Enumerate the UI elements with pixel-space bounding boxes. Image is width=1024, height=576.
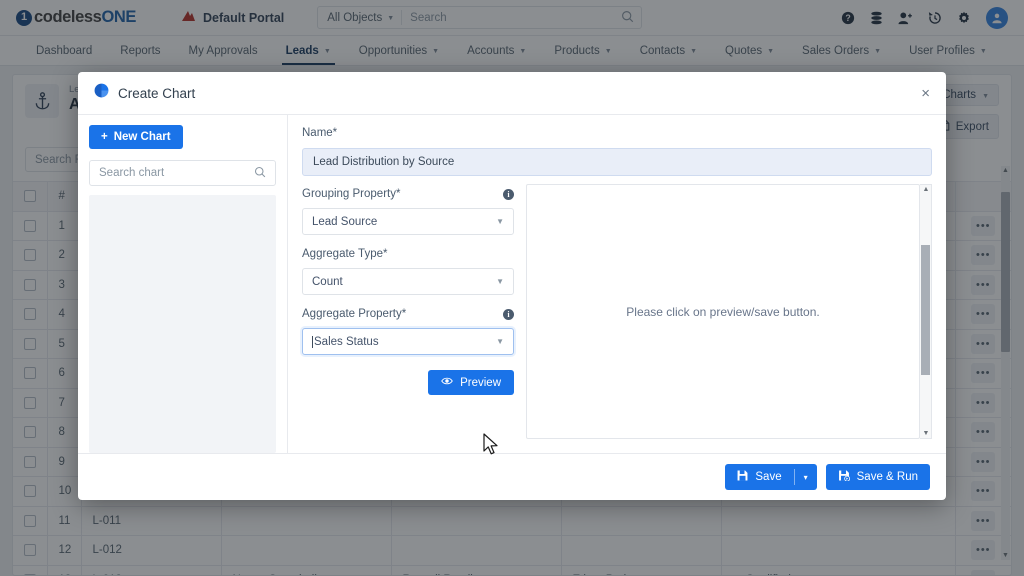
saved-charts-list[interactable] (89, 195, 276, 453)
modal-header: Create Chart × (78, 72, 946, 115)
field-label-text: Aggregate Property* (302, 308, 407, 320)
preview-placeholder-text: Please click on preview/save button. (626, 304, 820, 319)
grouping-property-select[interactable]: Lead Source ▼ (302, 208, 514, 235)
chevron-down-icon: ▾ (803, 472, 808, 482)
scroll-down-icon[interactable]: ▼ (920, 430, 932, 437)
plus-icon: + (101, 131, 108, 143)
preview-placeholder: Please click on preview/save button. (526, 184, 920, 439)
save-run-icon (838, 470, 850, 484)
save-and-run-label: Save & Run (856, 471, 918, 483)
preview-button-label: Preview (460, 376, 501, 389)
aggregate-type-label: Aggregate Type* (302, 248, 514, 260)
save-button[interactable]: Save (725, 464, 793, 490)
modal-footer: Save ▾ Save & Run (78, 453, 946, 500)
pie-chart-icon (94, 83, 109, 103)
aggregate-property-group: Aggregate Property* i Sales Status ▼ (302, 308, 514, 355)
aggregate-type-value: Count (312, 275, 343, 288)
save-dropdown-button[interactable]: ▾ (795, 464, 817, 490)
chart-name-value: Lead Distribution by Source (313, 156, 455, 168)
save-split-button[interactable]: Save ▾ (725, 464, 817, 490)
info-icon[interactable]: i (503, 308, 514, 320)
info-icon[interactable]: i (503, 188, 514, 200)
aggregate-property-label: Aggregate Property* i (302, 308, 514, 320)
chart-list-panel: + New Chart Search chart (78, 115, 288, 453)
modal-title: Create Chart (118, 85, 196, 101)
field-label-text: Aggregate Type* (302, 248, 388, 260)
chevron-down-icon: ▼ (496, 277, 504, 286)
preview-scrollbar-thumb[interactable] (921, 245, 930, 375)
preview-button[interactable]: Preview (428, 370, 514, 395)
aggregate-type-select[interactable]: Count ▼ (302, 268, 514, 295)
chevron-down-icon: ▼ (496, 337, 504, 346)
scroll-up-icon[interactable]: ▲ (920, 186, 932, 193)
aggregate-property-select[interactable]: Sales Status ▼ (302, 328, 514, 355)
field-label-text: Grouping Property* (302, 188, 401, 200)
aggregate-property-value: Sales Status (314, 335, 379, 348)
preview-scrollbar[interactable]: ▲ ▼ (920, 184, 932, 439)
grouping-property-value: Lead Source (312, 215, 378, 228)
eye-icon (441, 376, 453, 389)
save-and-run-button[interactable]: Save & Run (825, 464, 930, 490)
text-caret (312, 335, 313, 348)
name-label: Name* (302, 127, 338, 139)
grouping-property-group: Grouping Property* i Lead Source ▼ (302, 188, 514, 235)
save-button-label: Save (755, 471, 782, 483)
preview-row: Preview (302, 370, 514, 395)
chart-preview-area: Please click on preview/save button. ▲ ▼ (526, 176, 932, 453)
search-icon[interactable] (254, 166, 266, 181)
modal-body: + New Chart Search chart Name* Lead Dist… (78, 115, 946, 453)
aggregate-type-group: Aggregate Type* Count ▼ (302, 248, 514, 295)
name-field-block: Name* Lead Distribution by Source (288, 115, 946, 176)
new-chart-label: New Chart (113, 131, 171, 143)
chart-form-panel: Name* Lead Distribution by Source Groupi… (288, 115, 946, 453)
new-chart-button[interactable]: + New Chart (89, 125, 183, 149)
create-chart-modal: Create Chart × + New Chart Search chart (78, 72, 946, 500)
search-chart-placeholder: Search chart (99, 167, 165, 179)
chevron-down-icon: ▼ (496, 217, 504, 226)
search-chart-input[interactable]: Search chart (89, 160, 276, 186)
chart-name-input[interactable]: Lead Distribution by Source (302, 148, 932, 176)
chart-config-form: Grouping Property* i Lead Source ▼ Aggre… (302, 176, 514, 453)
grouping-property-label: Grouping Property* i (302, 188, 514, 200)
close-icon[interactable]: × (921, 86, 930, 101)
screen: 1 codelessONE Default Portal All Objects… (0, 0, 1024, 576)
save-icon (737, 470, 748, 484)
form-and-preview: Grouping Property* i Lead Source ▼ Aggre… (288, 176, 946, 453)
